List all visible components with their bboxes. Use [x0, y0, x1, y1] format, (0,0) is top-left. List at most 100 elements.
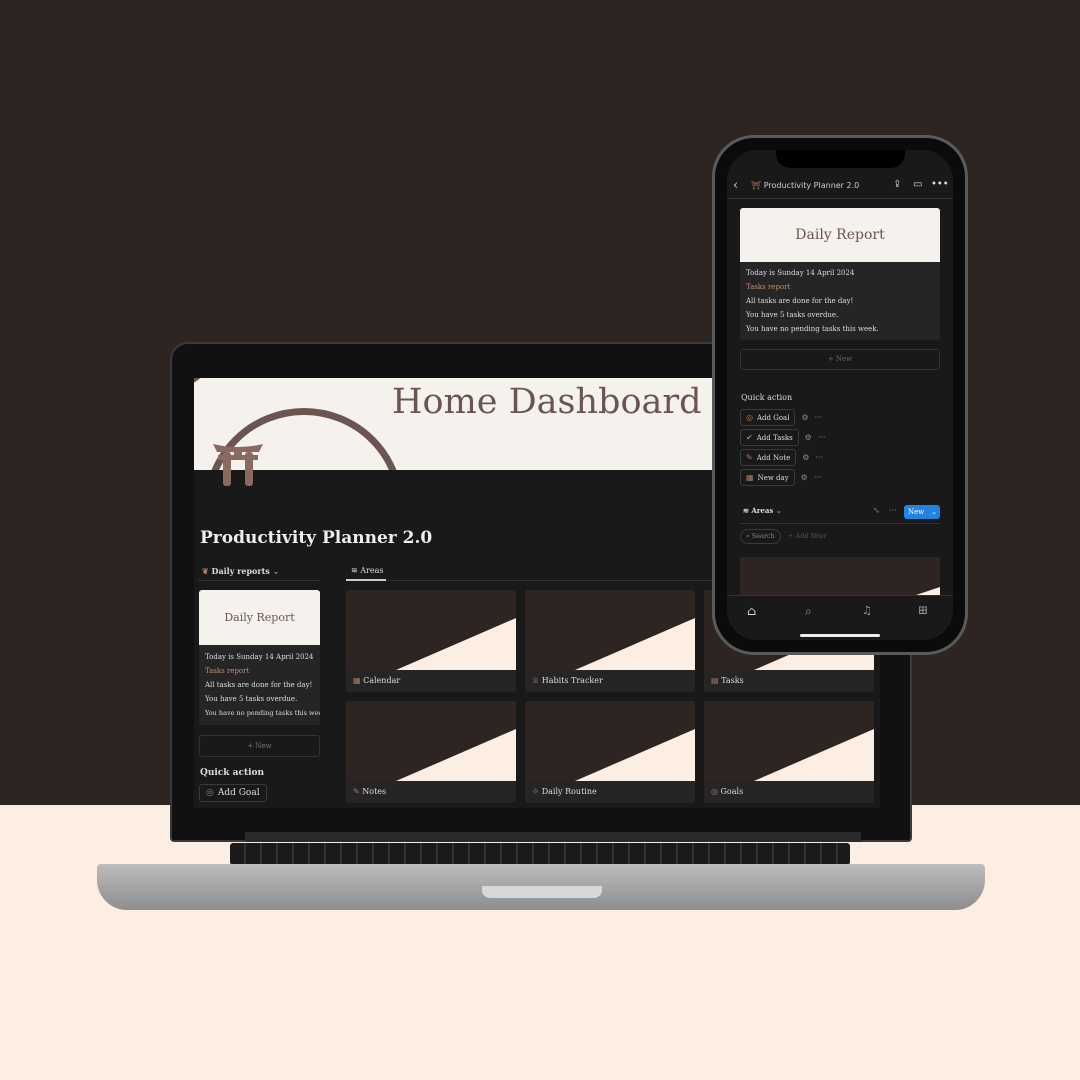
gear-icon[interactable]: ⚙ [802, 453, 809, 462]
card-cover-title: Daily Report [740, 208, 940, 262]
area-card[interactable]: ◎ Goals [704, 701, 874, 803]
phone-screen: ‹ ⛩ Productivity Planner 2.0 ⇪ ▭ ••• Dai… [727, 150, 953, 640]
button-label: Add Goal [756, 413, 790, 422]
laptop-notch [482, 886, 602, 898]
stack-icon: ≋ [743, 506, 749, 515]
gear-icon[interactable]: ⚙ [801, 473, 808, 482]
quick-action-button[interactable]: ▦ New day [740, 469, 795, 486]
report-heading: Tasks report [205, 667, 250, 675]
button-label: Add Tasks [756, 433, 793, 442]
area-card[interactable]: ✎ Notes [346, 701, 516, 803]
cover-shape [754, 729, 874, 781]
search-icon[interactable]: ⌕ [805, 604, 812, 619]
cover-shape [396, 618, 516, 670]
bell-icon[interactable]: ♫ [862, 604, 872, 617]
active-tab-underline [346, 579, 386, 581]
area-card-cover [704, 701, 874, 781]
area-label: Notes [362, 787, 387, 796]
new-button[interactable]: + New [199, 735, 320, 757]
quick-action-button[interactable]: ◎ Add Goal [740, 409, 796, 426]
tasks-icon: ▤ [711, 676, 719, 685]
report-line: All tasks are done for the day! [205, 681, 313, 689]
check-circle-icon: ✔ [746, 433, 753, 442]
report-line: You have 5 tasks overdue. [746, 311, 839, 319]
new-primary-button[interactable]: New ⌄ [904, 505, 940, 519]
new-button[interactable]: + New [740, 349, 940, 370]
search-button[interactable]: ⌕ Search [740, 529, 781, 544]
calendar-icon: ▦ [353, 676, 361, 685]
decorative-arc [194, 378, 214, 388]
report-line: Today is Sunday 14 April 2024 [205, 653, 314, 661]
view-label: Areas [751, 506, 774, 515]
cover-shape [396, 729, 516, 781]
back-icon[interactable]: ‹ [733, 178, 738, 193]
area-card[interactable]: ▦ Calendar [346, 590, 516, 692]
tab-label: Areas [360, 566, 384, 575]
divider [198, 580, 320, 581]
new-page-icon[interactable]: ⊞ [918, 603, 928, 617]
area-label: Tasks [721, 676, 744, 685]
home-icon[interactable]: ⌂ [747, 604, 756, 618]
button-label: Add Goal [217, 788, 260, 798]
comment-icon[interactable]: ▭ [913, 179, 922, 190]
area-label: Daily Routine [541, 787, 597, 796]
quick-action-button[interactable]: ✔ Add Tasks [740, 429, 799, 446]
cover-shape [575, 618, 695, 670]
laptop-keyboard [230, 843, 850, 865]
pencil-icon: ✎ [353, 787, 360, 796]
quick-action-button[interactable]: ✎ Add Note [740, 449, 797, 466]
report-line: You have no pending tasks this week. [205, 709, 320, 717]
divider [727, 198, 953, 199]
search-icon: ⌕ [746, 532, 750, 540]
more-icon[interactable]: ··· [818, 433, 826, 442]
page-title: Productivity Planner 2.0 [200, 528, 433, 548]
more-icon[interactable]: ··· [815, 413, 823, 422]
areas-view[interactable]: ≋ Areas ⌄ [743, 506, 782, 515]
quick-action-row: ✔ Add Tasks ⚙ ··· [740, 429, 825, 446]
bottom-nav: ⌂ ⌕ ♫ ⊞ [727, 595, 953, 640]
laptop-hinge [245, 832, 861, 842]
area-label: Calendar [363, 676, 401, 685]
more-icon[interactable]: ··· [814, 473, 822, 482]
phone-notch [776, 150, 905, 168]
area-card-cover [525, 590, 695, 670]
daily-report-card[interactable]: Daily Report Today is Sunday 14 April 20… [199, 590, 320, 725]
daily-report-card[interactable]: Daily Report Today is Sunday 14 April 20… [740, 208, 940, 340]
view-label: Daily reports [211, 566, 270, 576]
more-icon[interactable]: ··· [815, 453, 823, 462]
add-filter-button[interactable]: + Add filter [788, 532, 827, 540]
gear-icon[interactable]: ⚙ [801, 413, 808, 422]
quick-action-title: Quick action [200, 768, 265, 778]
area-card[interactable]: ☼ Daily Routine [525, 701, 695, 803]
button-label: New day [757, 473, 789, 482]
quick-action-row: ✎ Add Note ⚙ ··· [740, 449, 823, 466]
area-card-cover [346, 701, 516, 781]
quick-action-row: ▦ New day ⚙ ··· [740, 469, 821, 486]
daily-reports-view[interactable]: ❦ Daily reports ⌄ [202, 566, 279, 576]
banner-title: Home Dashboard [392, 382, 702, 422]
calendar-icon: ▦ [746, 473, 754, 482]
area-card-cover [525, 701, 695, 781]
target-icon: ◎ [746, 413, 753, 422]
more-icon[interactable]: ••• [931, 179, 949, 190]
pencil-icon: ✎ [746, 453, 753, 462]
tab-areas[interactable]: ≋ Areas [351, 566, 383, 575]
stack-icon: ≋ [351, 566, 358, 575]
torii-icon [213, 444, 263, 486]
home-indicator [800, 634, 880, 637]
sun-icon: ☼ [532, 787, 540, 796]
gear-icon[interactable]: ⚙ [805, 433, 812, 442]
quick-action-title: Quick action [741, 393, 793, 402]
expand-icon[interactable]: ⤡ [873, 506, 880, 515]
add-goal-button[interactable]: ◎ Add Goal [199, 784, 267, 802]
torii-icon: ⛩ [751, 181, 762, 190]
report-line: You have 5 tasks overdue. [205, 695, 298, 703]
share-icon[interactable]: ⇪ [893, 179, 901, 190]
area-card-cover[interactable] [740, 557, 940, 597]
chevron-down-icon: ⌄ [775, 506, 782, 515]
phone-header: ⛩ Productivity Planner 2.0 [751, 181, 859, 190]
button-label: New [908, 508, 925, 516]
more-icon[interactable]: ··· [889, 506, 897, 515]
area-card[interactable]: ♕ Habits Tracker [525, 590, 695, 692]
target-icon: ◎ [711, 787, 718, 796]
